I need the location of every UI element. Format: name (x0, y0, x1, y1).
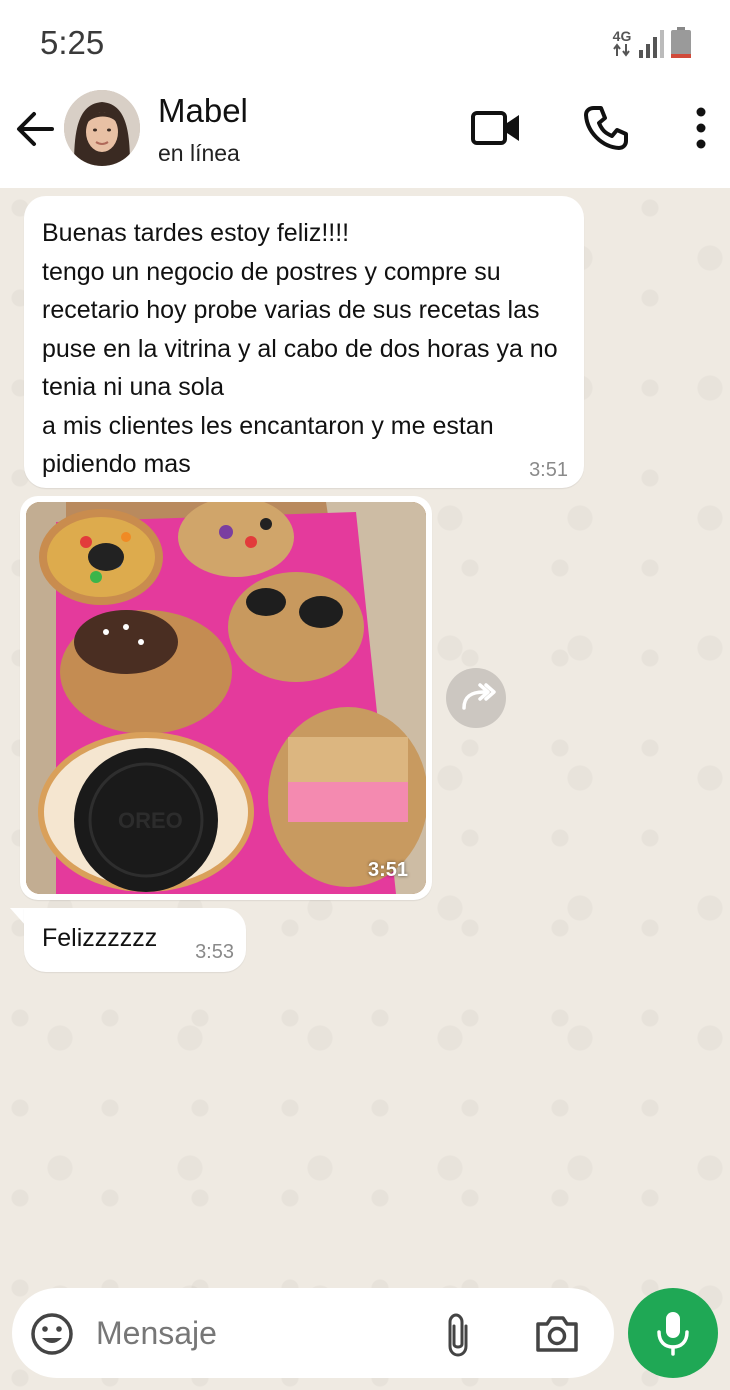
message-text: Felizzzzzz (42, 924, 158, 952)
emoji-icon[interactable] (30, 1312, 74, 1356)
image-message-bubble[interactable]: OREO 3:51 (20, 496, 432, 900)
phone-icon[interactable] (582, 104, 630, 152)
message-time: 3:51 (529, 459, 568, 481)
signal-icon (639, 30, 664, 58)
back-arrow-icon[interactable] (14, 108, 56, 150)
microphone-icon (657, 1312, 689, 1356)
cookies-image: OREO (26, 502, 426, 894)
paperclip-icon[interactable] (440, 1312, 476, 1358)
contact-status: en línea (158, 140, 240, 166)
network-label: 4G (612, 28, 632, 44)
more-vertical-icon[interactable] (688, 104, 714, 152)
chat-area[interactable]: Buenas tardes estoy feliz!!!! tengo un n… (0, 188, 730, 1390)
forward-icon (462, 683, 496, 710)
video-call-icon[interactable] (470, 106, 522, 150)
camera-icon[interactable] (534, 1314, 580, 1354)
status-bar: 5:25 4G (0, 0, 730, 84)
avatar-photo (64, 90, 140, 166)
battery-icon (671, 27, 691, 58)
cookies-photo[interactable]: OREO 3:51 (26, 502, 426, 894)
voice-message-button[interactable] (628, 1288, 718, 1378)
contact-name[interactable]: Mabel (158, 92, 248, 130)
message-composer (12, 1288, 614, 1378)
forward-button[interactable] (446, 668, 506, 728)
network-4g-icon: 4G (612, 29, 632, 57)
incoming-message-bubble[interactable]: Buenas tardes estoy feliz!!!! tengo un n… (24, 196, 584, 488)
status-time: 5:25 (40, 24, 105, 61)
message-input[interactable] (96, 1308, 416, 1358)
svg-text:OREO: OREO (118, 808, 183, 833)
data-arrows-icon (613, 43, 630, 57)
incoming-message-bubble[interactable]: Felizzzzzz 3:53 (24, 908, 246, 972)
chat-header: Mabel en línea (0, 84, 730, 188)
message-time: 3:53 (195, 941, 234, 963)
avatar[interactable] (64, 90, 140, 166)
image-time: 3:51 (367, 859, 408, 881)
status-icons: 4G (612, 26, 692, 60)
message-text: Buenas tardes estoy feliz!!!! tengo un n… (42, 219, 558, 478)
